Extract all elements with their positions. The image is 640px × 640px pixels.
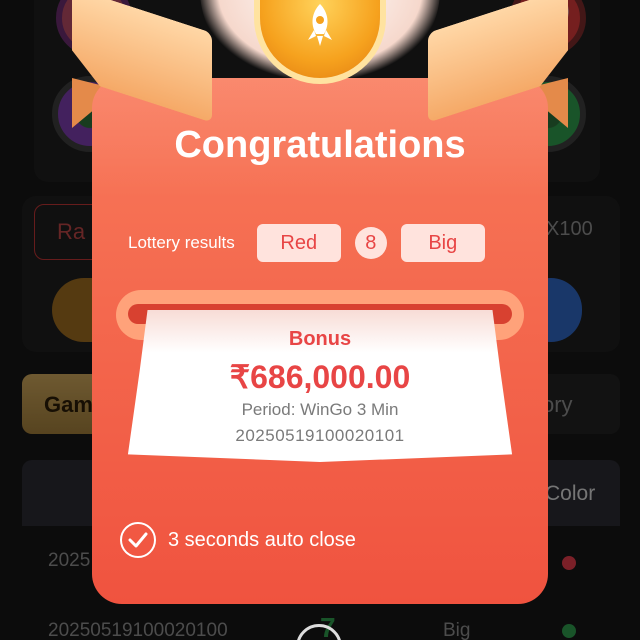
bonus-amount: ₹686,000.00	[229, 359, 411, 395]
congratulations-modal: Congratulations Lottery results Red 8 Bi…	[92, 78, 548, 604]
auto-close-text: 3 seconds auto close	[168, 528, 356, 551]
result-size-chip: Big	[400, 224, 485, 262]
result-color-chip: Red	[256, 224, 341, 262]
check-icon[interactable]	[120, 522, 156, 558]
modal-title: Congratulations	[174, 124, 466, 166]
auto-close-toggle[interactable]: 3 seconds auto close	[120, 522, 356, 558]
result-number-chip: 8	[354, 227, 387, 259]
lottery-results-row: Lottery results Red 8 Big	[128, 224, 485, 262]
bonus-label: Bonus	[288, 328, 352, 350]
period-text: Period: WinGo 3 Min	[241, 400, 399, 419]
rocket-icon	[308, 4, 332, 46]
lottery-results-label: Lottery results	[128, 233, 235, 252]
period-number: 20250519100020101	[235, 426, 405, 445]
